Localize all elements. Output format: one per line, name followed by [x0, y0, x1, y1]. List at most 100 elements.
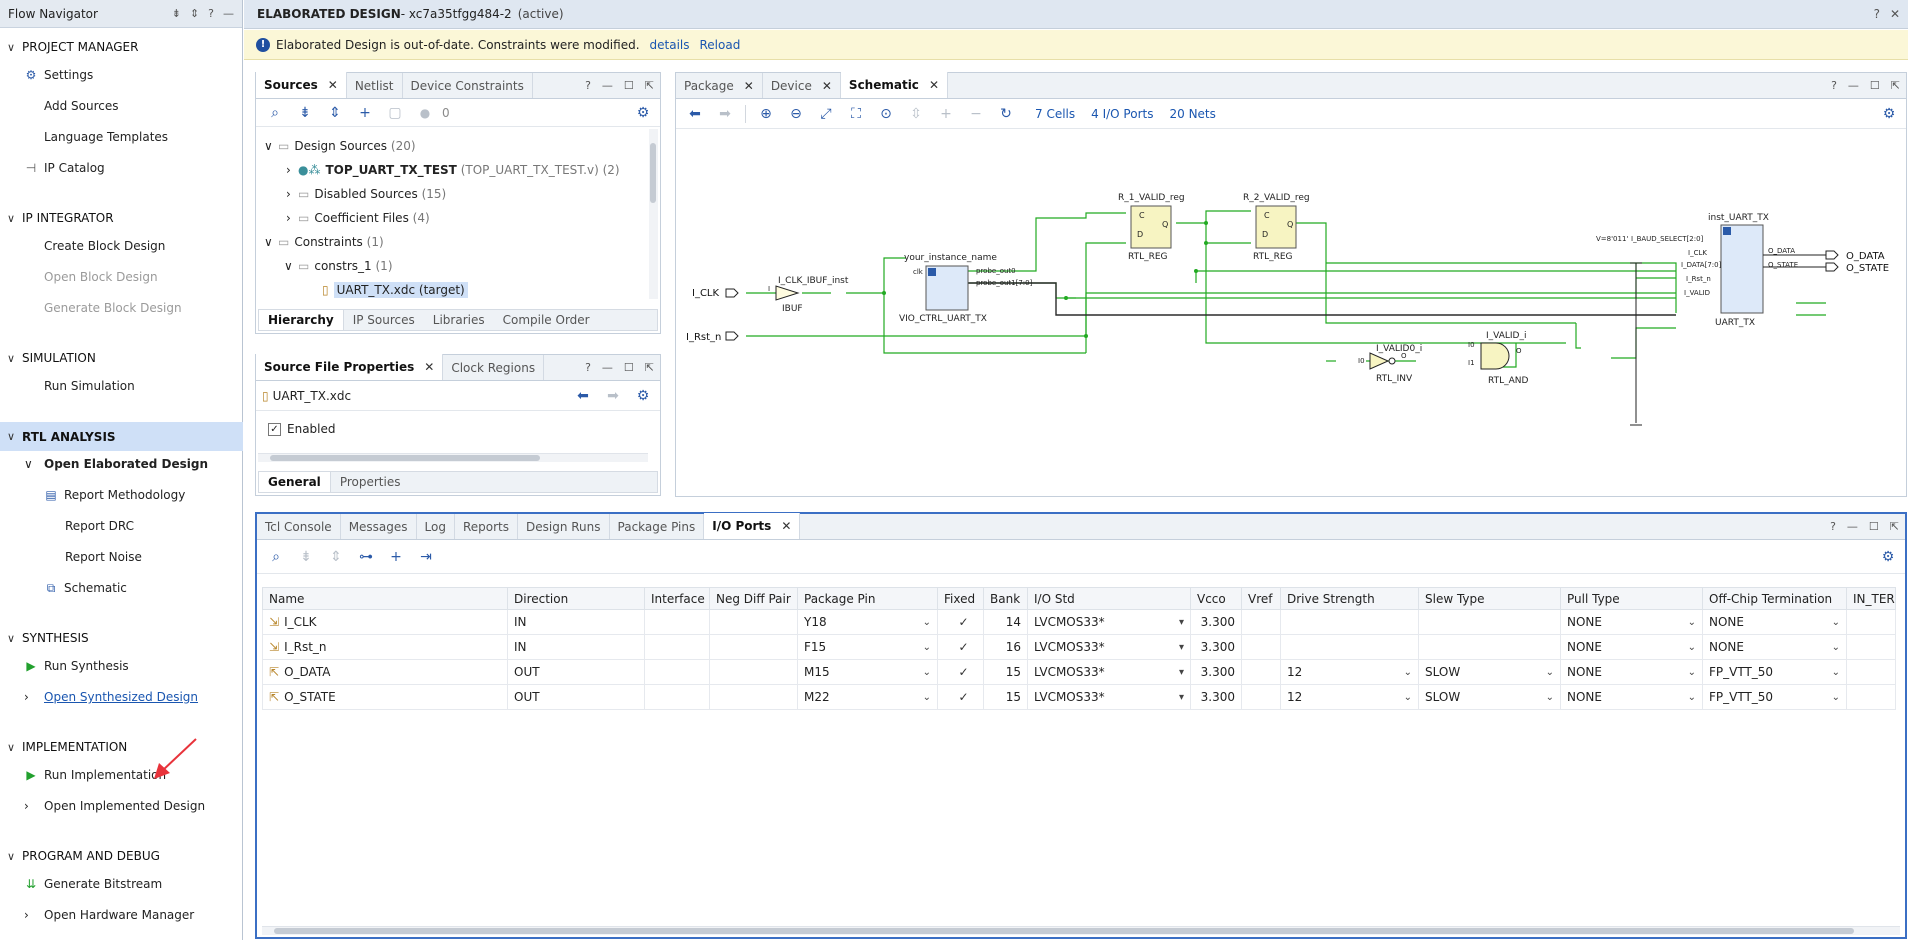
nav-run-simulation[interactable]: Run Simulation [44, 375, 135, 397]
io-std-select[interactable]: LVCMOS33* ▾ [1027, 609, 1191, 635]
nav-open-hardware-manager[interactable]: › Open Hardware Manager [24, 904, 194, 926]
chevron-right-icon[interactable]: › [24, 799, 44, 813]
minimize-icon[interactable]: — [602, 361, 613, 374]
section-project-manager[interactable]: ∨ PROJECT MANAGER [0, 35, 243, 59]
gear-icon[interactable]: ⚙ [630, 385, 656, 407]
package-pin-select[interactable]: M22 ⌄ [797, 684, 938, 710]
io-std-select[interactable]: LVCMOS33* ▾ [1027, 634, 1191, 660]
interface-cell[interactable] [644, 609, 710, 635]
caret-down-icon[interactable]: ▾ [1179, 692, 1184, 703]
port-name-cell[interactable]: ⇲ I_CLK [262, 609, 508, 635]
chevron-down-icon[interactable]: ⌄ [1688, 617, 1696, 628]
col-vcco[interactable]: Vcco [1190, 587, 1242, 610]
refresh-icon[interactable]: ↻ [993, 103, 1019, 125]
minimize-icon[interactable]: — [602, 79, 613, 92]
tree-constrs-1[interactable]: ∨ ▭ constrs_1 (1) [284, 256, 393, 276]
tab-io-ports[interactable]: I/O Ports ✕ [704, 513, 801, 539]
table-row[interactable]: ⇱ O_STATE OUT M22 ⌄ ✓ 15 LVCMOS33* ▾ 3.300 12 ⌄ SLOW… [262, 684, 1896, 710]
interface-cell[interactable] [644, 659, 710, 685]
fixed-cell[interactable]: ✓ [937, 634, 984, 660]
tab-device[interactable]: Device ✕ [763, 73, 841, 98]
zoom-fit-icon[interactable]: ⤢ [813, 103, 839, 125]
subtab-libraries[interactable]: Libraries [424, 310, 494, 330]
in-term-cell[interactable] [1846, 634, 1896, 660]
drive-strength-select[interactable] [1280, 634, 1419, 660]
drive-strength-select[interactable]: 12 ⌄ [1280, 684, 1419, 710]
tab-source-file-properties[interactable]: Source File Properties ✕ [256, 354, 444, 380]
details-link[interactable]: details [650, 38, 690, 52]
tree-constraints[interactable]: ∨ ▭ Constraints (1) [264, 232, 384, 252]
zoom-out-icon[interactable]: ⊖ [783, 103, 809, 125]
direction-cell[interactable]: IN [507, 609, 645, 635]
minimize-icon[interactable]: — [1847, 520, 1858, 533]
col-in-term[interactable]: IN_TER [1846, 587, 1896, 610]
pull-type-select[interactable]: NONE ⌄ [1560, 684, 1703, 710]
pull-type-select[interactable]: NONE ⌄ [1560, 634, 1703, 660]
chevron-down-icon[interactable]: ⌄ [1404, 692, 1412, 703]
table-row[interactable]: ⇲ I_Rst_n IN F15 ⌄ ✓ 16 LVCMOS33* ▾ 3.300 NONE ⌄ NON… [262, 634, 1896, 660]
minimize-icon[interactable]: — [223, 7, 234, 20]
col-drive-strength[interactable]: Drive Strength [1280, 587, 1419, 610]
tab-schematic[interactable]: Schematic ✕ [840, 72, 948, 98]
tab-clock-regions[interactable]: Clock Regions [443, 355, 545, 380]
schematic-canvas[interactable]: I_CLK I_Rst_n I_CLK_IBUF_inst I IBUF you… [676, 133, 1906, 493]
col-direction[interactable]: Direction [507, 587, 645, 610]
section-implementation[interactable]: ∨ IMPLEMENTATION [0, 735, 243, 759]
enabled-checkbox-row[interactable]: ✓ Enabled [268, 422, 336, 436]
tab-package-pins[interactable]: Package Pins [610, 514, 705, 539]
col-neg-diff-pair[interactable]: Neg Diff Pair [709, 587, 798, 610]
neg-diff-pair-cell[interactable] [709, 659, 798, 685]
drive-strength-select[interactable] [1280, 609, 1419, 635]
chevron-down-icon[interactable]: ⌄ [1832, 667, 1840, 678]
tab-reports[interactable]: Reports [455, 514, 519, 539]
chevron-down-icon[interactable]: ∨ [0, 352, 22, 365]
neg-diff-pair-cell[interactable] [709, 609, 798, 635]
nav-settings[interactable]: ⚙ Settings [22, 64, 94, 86]
drive-strength-select[interactable]: 12 ⌄ [1280, 659, 1419, 685]
chevron-down-icon[interactable]: ⌄ [1832, 617, 1840, 628]
back-arrow-icon[interactable]: ⬅ [570, 385, 596, 407]
help-icon[interactable]: ? [585, 79, 591, 92]
help-icon[interactable]: ? [585, 361, 591, 374]
port-name-cell[interactable]: ⇱ O_STATE [262, 684, 508, 710]
nav-report-drc[interactable]: Report DRC [65, 515, 134, 537]
close-icon[interactable]: ✕ [822, 79, 832, 93]
chevron-down-icon[interactable]: ⌄ [1404, 667, 1412, 678]
reload-link[interactable]: Reload [700, 38, 741, 52]
tab-netlist[interactable]: Netlist [347, 73, 403, 98]
chevron-down-icon[interactable]: ∨ [0, 41, 22, 54]
slew-type-select[interactable] [1418, 609, 1561, 635]
col-fixed[interactable]: Fixed [937, 587, 984, 610]
float-icon[interactable]: ⇱ [1891, 79, 1900, 92]
off-chip-termination-select[interactable]: NONE ⌄ [1702, 609, 1847, 635]
col-slew-type[interactable]: Slew Type [1418, 587, 1561, 610]
vref-cell[interactable] [1241, 609, 1281, 635]
nav-report-noise[interactable]: Report Noise [65, 546, 142, 568]
in-term-cell[interactable] [1846, 684, 1896, 710]
ports-count-link[interactable]: 4 I/O Ports [1091, 107, 1153, 121]
tree-design-sources[interactable]: ∨ ▭ Design Sources (20) [264, 136, 416, 156]
tree-top-module[interactable]: › ●⁂ TOP_UART_TX_TEST (TOP_UART_TX_TEST.v)… [286, 160, 620, 180]
chevron-right-icon[interactable]: › [286, 211, 298, 225]
close-icon[interactable]: ✕ [328, 78, 338, 92]
col-bank[interactable]: Bank [983, 587, 1028, 610]
chevron-down-icon[interactable]: ⌄ [1688, 642, 1696, 653]
back-arrow-icon[interactable]: ⬅ [682, 103, 708, 125]
chevron-down-icon[interactable]: ⌄ [1546, 667, 1554, 678]
chevron-down-icon[interactable]: ⌄ [1832, 642, 1840, 653]
col-interface[interactable]: Interface [644, 587, 710, 610]
nav-add-sources[interactable]: Add Sources [44, 95, 119, 117]
slew-type-select[interactable]: SLOW ⌄ [1418, 684, 1561, 710]
float-icon[interactable]: ⇱ [645, 79, 654, 92]
pull-type-select[interactable]: NONE ⌄ [1560, 659, 1703, 685]
caret-down-icon[interactable]: ▾ [1179, 617, 1184, 628]
col-name[interactable]: Name [262, 587, 508, 610]
tab-design-runs[interactable]: Design Runs [518, 514, 610, 539]
collapse-all-icon[interactable]: ⇟ [292, 102, 318, 124]
chevron-down-icon[interactable]: ⌄ [1546, 692, 1554, 703]
tab-device-constraints[interactable]: Device Constraints [403, 73, 533, 98]
nav-run-implementation[interactable]: ▶ Run Implementation [22, 764, 166, 786]
section-rtl-analysis[interactable]: ∨ RTL ANALYSIS [0, 422, 243, 451]
section-simulation[interactable]: ∨ SIMULATION [0, 346, 243, 370]
ibuf-cell[interactable]: I_CLK_IBUF_inst I IBUF [768, 276, 849, 314]
